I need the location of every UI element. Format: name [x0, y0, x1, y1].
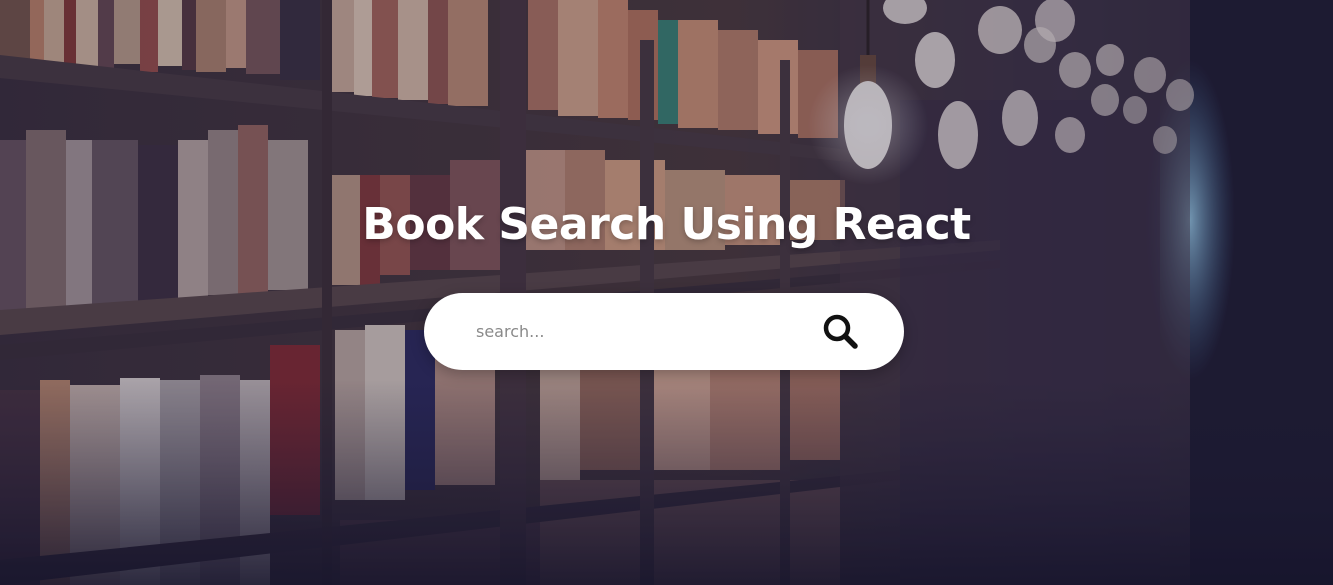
search-icon [823, 314, 858, 349]
search-input[interactable] [476, 311, 796, 351]
hero-section: Book Search Using React [0, 0, 1333, 585]
search-button[interactable] [819, 311, 863, 353]
page-title: Book Search Using React [362, 199, 971, 250]
search-bar [424, 293, 904, 370]
